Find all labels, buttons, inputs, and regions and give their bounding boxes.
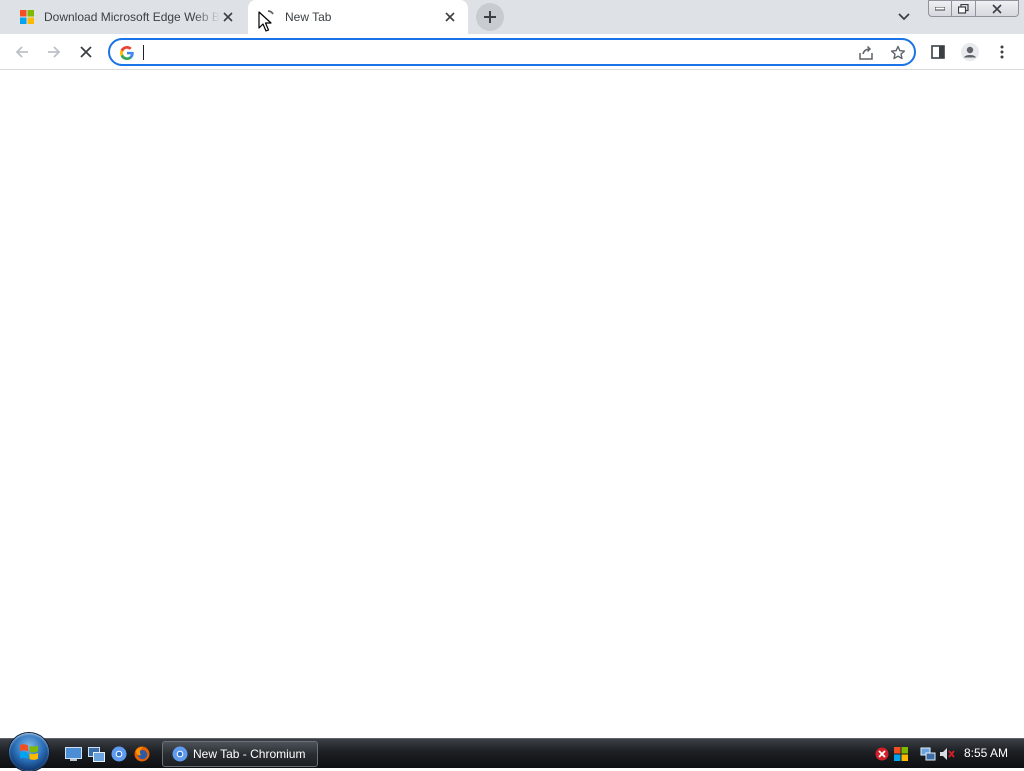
close-icon xyxy=(992,3,1002,14)
browser-menu-button[interactable] xyxy=(988,38,1016,66)
back-button[interactable] xyxy=(8,38,36,66)
profile-button[interactable] xyxy=(956,38,984,66)
restore-window-button[interactable] xyxy=(951,0,976,17)
address-bar[interactable] xyxy=(108,38,916,66)
page-content xyxy=(0,70,1024,738)
kebab-menu-icon xyxy=(1000,45,1004,59)
stop-icon xyxy=(80,46,92,58)
side-panel-icon xyxy=(931,45,945,59)
tab-title: New Tab xyxy=(285,10,332,24)
network-icon[interactable] xyxy=(919,745,937,763)
tab-new-tab[interactable]: New Tab xyxy=(248,0,468,34)
switch-windows-icon[interactable] xyxy=(87,745,105,763)
windows-logo-icon xyxy=(20,744,38,760)
chromium-icon xyxy=(172,746,188,762)
close-window-button[interactable] xyxy=(975,0,1019,17)
forward-button[interactable] xyxy=(40,38,68,66)
tab-search-button[interactable] xyxy=(894,8,914,26)
side-panel-button[interactable] xyxy=(924,38,952,66)
arrow-left-icon xyxy=(15,46,28,58)
plus-icon xyxy=(484,11,496,23)
bookmark-star-icon[interactable] xyxy=(888,43,908,63)
share-icon[interactable] xyxy=(856,43,876,63)
show-desktop-icon[interactable] xyxy=(64,745,82,763)
start-button[interactable] xyxy=(9,733,49,771)
security-alert-icon[interactable] xyxy=(873,745,891,763)
close-tab-icon[interactable] xyxy=(442,9,458,25)
restore-icon xyxy=(958,3,969,14)
tab-title: Download Microsoft Edge Web Browser | Mi… xyxy=(44,10,220,24)
browser-toolbar xyxy=(0,34,1024,70)
tab-download-edge[interactable]: Download Microsoft Edge Web Browser | Mi… xyxy=(0,0,246,34)
mouse-cursor-icon xyxy=(258,11,272,32)
taskbar-window-label: New Tab - Chromium xyxy=(193,747,306,761)
minimize-icon xyxy=(935,6,945,10)
avatar-icon xyxy=(961,43,979,61)
taskbar-window-button[interactable]: New Tab - Chromium xyxy=(162,741,318,767)
volume-muted-icon[interactable] xyxy=(938,745,956,763)
arrow-right-icon xyxy=(48,46,61,58)
chromium-icon[interactable] xyxy=(110,745,128,763)
windows-taskbar: New Tab - Chromium 8:55 AM xyxy=(0,733,1024,771)
tab-strip: Download Microsoft Edge Web Browser | Mi… xyxy=(0,0,1024,34)
system-clock[interactable]: 8:55 AM xyxy=(964,746,1008,760)
windows-update-icon[interactable] xyxy=(892,745,910,763)
text-caret xyxy=(143,45,144,60)
chevron-down-icon xyxy=(898,13,910,21)
address-input[interactable] xyxy=(140,42,840,62)
minimize-window-button[interactable] xyxy=(928,0,952,17)
google-icon xyxy=(120,46,134,60)
microsoft-logo-icon xyxy=(19,9,35,25)
close-tab-icon[interactable] xyxy=(220,9,236,25)
firefox-icon[interactable] xyxy=(133,745,151,763)
stop-loading-button[interactable] xyxy=(72,38,100,66)
new-tab-button[interactable] xyxy=(476,3,504,31)
